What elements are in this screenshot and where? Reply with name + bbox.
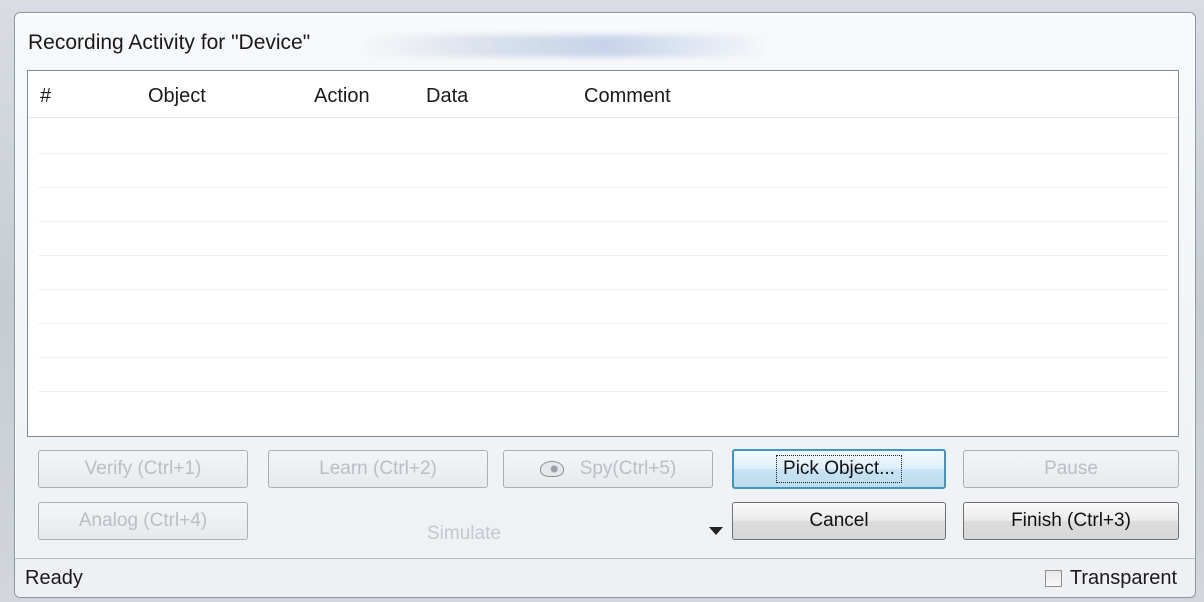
list-header: # Object Action Data Comment bbox=[28, 71, 1178, 118]
row-divider bbox=[38, 221, 1168, 222]
spy-eye-icon bbox=[539, 461, 564, 477]
spy-button[interactable]: Spy(Ctrl+5) bbox=[503, 450, 713, 488]
column-header-data[interactable]: Data bbox=[426, 85, 468, 108]
row-divider bbox=[38, 323, 1168, 324]
row-divider bbox=[38, 357, 1168, 358]
transparent-label: Transparent bbox=[1069, 567, 1177, 589]
verify-button[interactable]: Verify (Ctrl+1) bbox=[38, 450, 248, 488]
finish-button[interactable]: Finish (Ctrl+3) bbox=[963, 502, 1179, 540]
transparent-checkbox[interactable] bbox=[1044, 570, 1062, 587]
column-header-object[interactable]: Object bbox=[148, 85, 206, 108]
row-divider bbox=[38, 391, 1168, 392]
row-divider bbox=[38, 187, 1168, 188]
pick-object-button[interactable]: Pick Object... bbox=[732, 449, 946, 489]
column-header-number[interactable]: # bbox=[40, 85, 51, 108]
learn-button[interactable]: Learn (Ctrl+2) bbox=[268, 450, 488, 488]
status-bar: Ready Transparent bbox=[15, 558, 1195, 597]
recorded-actions-list[interactable]: # Object Action Data Comment bbox=[27, 70, 1179, 437]
row-divider bbox=[38, 255, 1168, 256]
column-header-comment[interactable]: Comment bbox=[584, 85, 671, 108]
row-divider bbox=[38, 153, 1168, 154]
transparent-toggle[interactable]: Transparent bbox=[1044, 567, 1177, 590]
status-text: Ready bbox=[25, 567, 83, 589]
cancel-button[interactable]: Cancel bbox=[732, 502, 946, 540]
background-window-ghost bbox=[360, 35, 770, 57]
column-header-action[interactable]: Action bbox=[314, 85, 370, 108]
analog-button[interactable]: Analog (Ctrl+4) bbox=[38, 502, 248, 540]
spy-button-label: Spy(Ctrl+5) bbox=[579, 458, 677, 479]
row-divider bbox=[38, 289, 1168, 290]
pause-button[interactable]: Pause bbox=[963, 450, 1179, 488]
recording-activity-dialog: Recording Activity for "Device" # Object… bbox=[14, 12, 1196, 598]
simulate-combo-value[interactable]: Simulate bbox=[427, 523, 501, 545]
pick-object-button-label: Pick Object... bbox=[776, 455, 902, 483]
dialog-title: Recording Activity for "Device" bbox=[28, 31, 311, 54]
chevron-down-icon[interactable] bbox=[709, 527, 723, 535]
